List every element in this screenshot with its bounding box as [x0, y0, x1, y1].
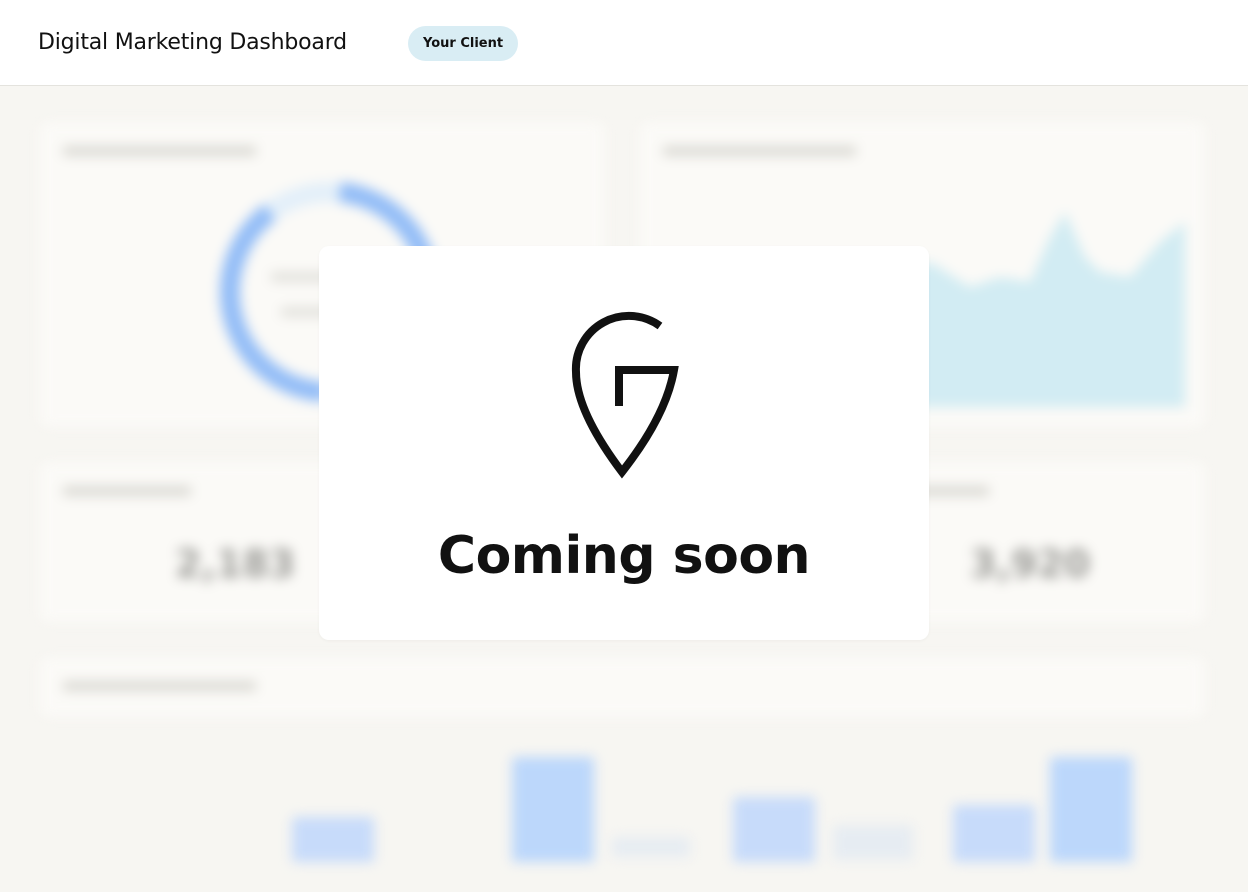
- page-title: Digital Marketing Dashboard: [38, 30, 347, 55]
- bar: [733, 797, 815, 862]
- coming-soon-text: Coming soon: [437, 526, 811, 586]
- metric-value-right: 3,920: [970, 542, 1091, 586]
- card-title-placeholder: [62, 681, 257, 691]
- top-header: Digital Marketing Dashboard Your Client: [0, 0, 1248, 86]
- bar: [292, 817, 374, 862]
- coming-soon-modal: Coming soon: [319, 246, 929, 640]
- bar: [953, 805, 1035, 862]
- metric-value-left: 2,183: [175, 542, 296, 586]
- bar: [612, 837, 690, 857]
- card-title-placeholder: [662, 146, 857, 156]
- card-title-placeholder: [62, 146, 257, 156]
- bar: [512, 757, 594, 862]
- card-title-placeholder: [62, 486, 192, 496]
- bar-chart-card: [40, 657, 1205, 717]
- bar: [1050, 757, 1132, 862]
- location-pin-g-logo-icon: [571, 311, 679, 479]
- bar: [833, 825, 913, 860]
- client-badge[interactable]: Your Client: [408, 26, 519, 61]
